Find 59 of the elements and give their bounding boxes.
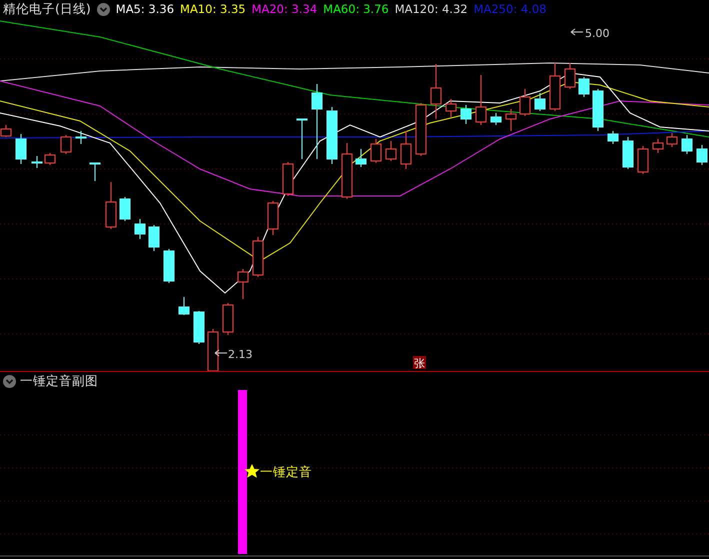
candlestick [666,132,678,148]
moving-average-label: MA10: 3.35 [180,2,246,16]
moving-average-label: MA60: 3.76 [323,2,389,16]
candlestick [222,302,234,336]
candlestick [90,162,100,182]
candlestick [608,130,618,144]
candlestick [120,196,130,222]
candlestick [282,162,294,196]
candlestick [592,88,604,132]
candlestick [696,144,708,166]
candlestick [32,156,42,168]
rise-badge: 张 [413,356,426,370]
candlestick [356,148,366,168]
candlestick [682,134,692,154]
candlestick [490,112,502,126]
candlestick [238,268,248,300]
candlestick [76,130,86,144]
moving-average-label: MA250: 4.08 [474,2,546,16]
candlestick [564,62,576,90]
candlestick [506,108,516,132]
candlestick [386,140,396,162]
candlestick [164,248,174,284]
candlestick [252,236,264,278]
candlestick [194,310,204,344]
candlestick [652,138,664,154]
candlestick [370,138,382,164]
candlestick [638,146,648,174]
candlestick [16,134,26,164]
candlestick [296,118,308,160]
candlestick [148,224,160,252]
candlestick [416,102,426,156]
candlestick [622,136,634,170]
candlestick [476,74,486,126]
chevron-down-icon[interactable] [96,2,110,16]
candlestick [430,64,442,120]
chevron-down-icon[interactable] [3,374,16,388]
candlestick [134,218,146,240]
candlestick [44,152,56,166]
window-title: 精伦电子(日线) [3,0,91,18]
candlestick [550,62,560,112]
candlestick [520,88,530,116]
moving-average-label: MA120: 4.32 [394,2,468,16]
candlestick [460,104,472,124]
signal-label: 一锤定音 [260,464,312,479]
candlestick [342,142,352,200]
candlestick [326,106,338,164]
candlestick [208,328,218,372]
candlestick [60,134,72,154]
candlestick [446,98,456,118]
candlestick [106,182,116,230]
candlestick [178,296,190,316]
moving-average-label: MA20: 3.34 [252,2,318,16]
moving-average-label: MA5: 3.36 [116,2,174,16]
candlestick [534,92,546,112]
candlestick [268,200,278,236]
candlestick [400,130,412,170]
candlestick [578,76,590,98]
star-icon [244,464,260,478]
sub-chart-title: 一锤定音副图 [20,372,98,390]
